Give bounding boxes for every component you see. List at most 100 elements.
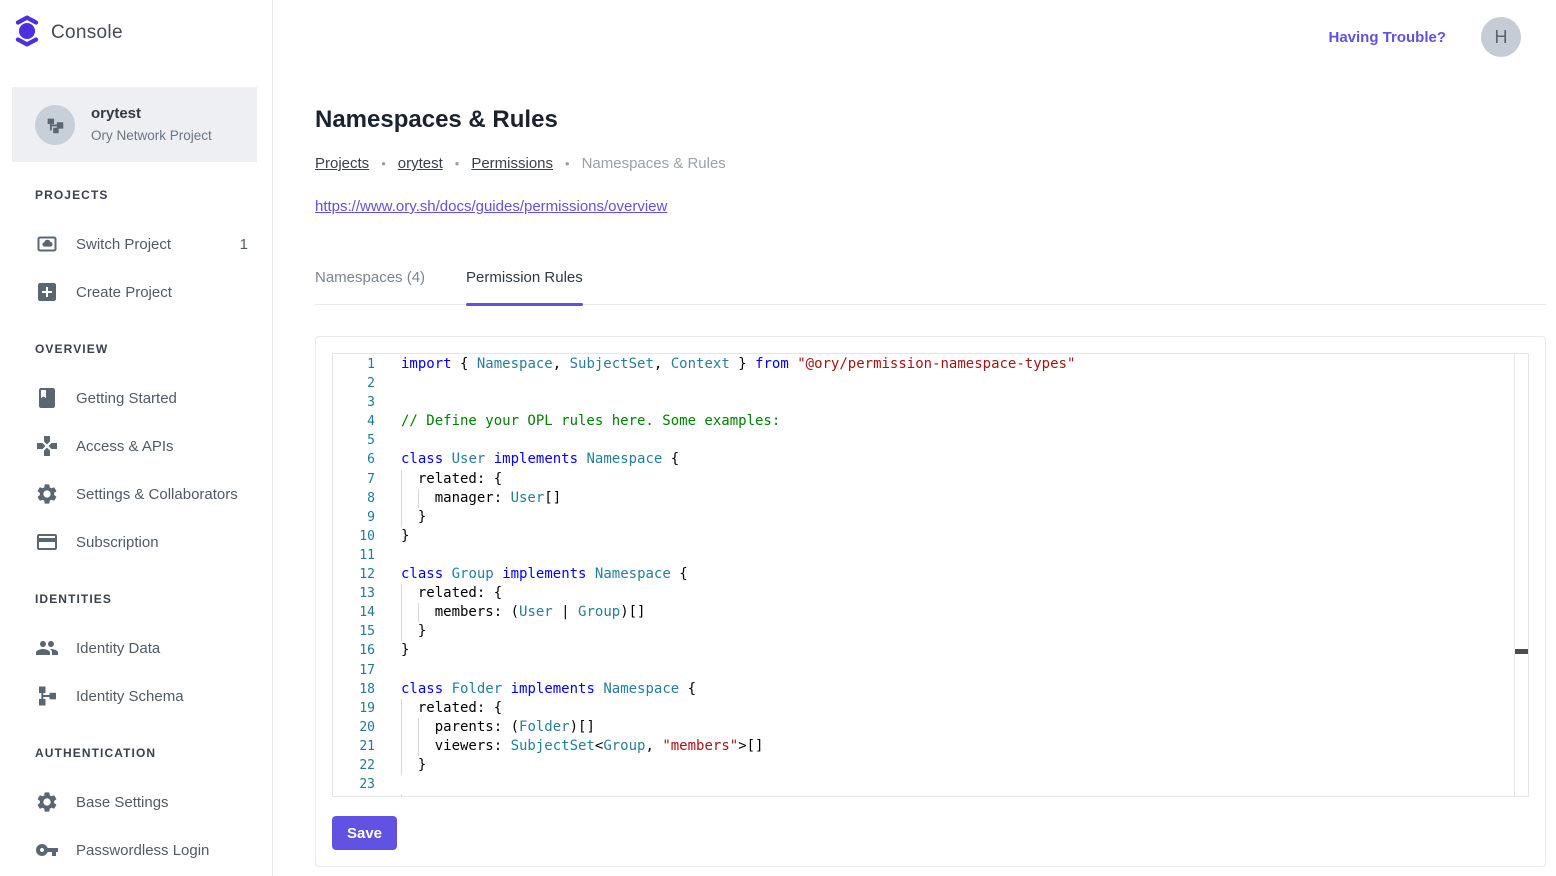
sidebar-item-create-project[interactable]: Create Project [0, 268, 272, 316]
sidebar-item-label: Base Settings [76, 794, 169, 811]
line-number: 3 [333, 393, 395, 412]
identity-data-icon [35, 636, 59, 660]
project-type: Ory Network Project [91, 126, 212, 145]
code-text: } [395, 622, 1513, 641]
indent-guide [401, 603, 402, 622]
sidebar-item-access-apis[interactable]: Access & APIs [0, 422, 272, 470]
tab-namespaces-4[interactable]: Namespaces (4) [315, 269, 425, 304]
line-number: 8 [333, 489, 395, 508]
line-number: 16 [333, 641, 395, 660]
key-icon [35, 838, 59, 862]
code-line: 24 permits = { [333, 794, 1513, 797]
tab-permission-rules[interactable]: Permission Rules [466, 269, 583, 304]
sidebar-item-identity-data[interactable]: Identity Data [0, 624, 272, 672]
code-line: 10} [333, 527, 1513, 546]
code-line: 4// Define your OPL rules here. Some exa… [333, 412, 1513, 431]
nav-section-title: AUTHENTICATION [0, 743, 272, 763]
code-line: 9 } [333, 508, 1513, 527]
code-text: } [395, 756, 1513, 775]
line-number: 21 [333, 737, 395, 756]
code-line: 2 [333, 374, 1513, 393]
code-text [395, 661, 1513, 680]
scrollbar-cursor-marker [1515, 649, 1528, 654]
settings-icon [35, 790, 59, 814]
code-line: 13 related: { [333, 584, 1513, 603]
sidebar-item-label: Getting Started [76, 390, 177, 407]
subscription-icon [35, 530, 59, 554]
line-number: 1 [333, 355, 395, 374]
indent-guide [418, 718, 419, 737]
nav-section-title: OVERVIEW [0, 339, 272, 359]
create-project-icon [35, 280, 59, 304]
sidebar-item-label: Access & APIs [76, 438, 174, 455]
indent-guide [401, 470, 402, 489]
getting-started-icon [35, 386, 59, 410]
nav-section-identities: IDENTITIES Identity Data Identity Schema [0, 589, 272, 720]
editor-scrollbar[interactable] [1514, 354, 1528, 796]
indent-guide [401, 622, 402, 641]
indent-guide [401, 718, 402, 737]
ory-logo-icon [14, 15, 40, 52]
sidebar-item-settings-collaborators[interactable]: Settings & Collaborators [0, 470, 272, 518]
page-title: Namespaces & Rules [315, 105, 1546, 135]
current-project-card[interactable]: orytest Ory Network Project [12, 87, 257, 162]
indent-guide [401, 699, 402, 718]
sidebar-item-switch-project[interactable]: Switch Project1 [0, 220, 272, 268]
access-apis-icon [35, 434, 59, 458]
sidebar-item-label: Switch Project [76, 236, 171, 253]
code-line: 7 related: { [333, 470, 1513, 489]
identity-schema-icon [35, 684, 59, 708]
nav-section-projects: PROJECTSSwitch Project1Create Project [0, 185, 272, 316]
breadcrumb-permissions[interactable]: Permissions [471, 155, 553, 172]
code-line: 15 } [333, 622, 1513, 641]
code-line: 20 parents: (Folder)[] [333, 718, 1513, 737]
nav-section-overview: OVERVIEW Getting Started Access & APIs Sett… [0, 339, 272, 566]
indent-guide [418, 737, 419, 756]
docs-link[interactable]: https://www.ory.sh/docs/guides/permissio… [315, 198, 667, 215]
sidebar-item-label: Identity Data [76, 640, 160, 657]
line-number: 23 [333, 775, 395, 794]
sidebar-item-getting-started[interactable]: Getting Started [0, 374, 272, 422]
code-line: 17 [333, 661, 1513, 680]
code-line: 5 [333, 431, 1513, 450]
code-line: 14 members: (User | Group)[] [333, 603, 1513, 622]
breadcrumb-projects[interactable]: Projects [315, 155, 369, 172]
save-button[interactable]: Save [332, 816, 397, 850]
code-line: 6class User implements Namespace { [333, 450, 1513, 469]
indent-guide [418, 603, 419, 622]
code-line: 18class Folder implements Namespace { [333, 680, 1513, 699]
indent-guide [401, 737, 402, 756]
indent-guide [401, 756, 402, 775]
indent-guide [401, 794, 402, 797]
breadcrumb-orytest[interactable]: orytest [398, 155, 443, 172]
breadcrumb-separator: • [455, 156, 460, 171]
sidebar-item-subscription[interactable]: Subscription [0, 518, 272, 566]
code-text: parents: (Folder)[] [395, 718, 1513, 737]
opl-code-editor[interactable]: 1import { Namespace, SubjectSet, Context… [332, 353, 1529, 797]
nav-section-title: IDENTITIES [0, 589, 272, 609]
breadcrumb-separator: • [381, 156, 386, 171]
code-text: class Folder implements Namespace { [395, 680, 1513, 699]
sidebar-item-label: Passwordless Login [76, 842, 209, 859]
sidebar-item-identity-schema[interactable]: Identity Schema [0, 672, 272, 720]
line-number: 18 [333, 680, 395, 699]
sidebar-item-passwordless-login[interactable]: Passwordless Login [0, 826, 272, 874]
user-avatar[interactable]: H [1481, 17, 1521, 57]
code-text: class User implements Namespace { [395, 450, 1513, 469]
code-text: import { Namespace, SubjectSet, Context … [395, 355, 1513, 374]
permission-rules-card: 1import { Namespace, SubjectSet, Context… [315, 336, 1546, 867]
line-number: 20 [333, 718, 395, 737]
code-line: 22 } [333, 756, 1513, 775]
line-number: 5 [333, 431, 395, 450]
code-text: related: { [395, 699, 1513, 718]
having-trouble-link[interactable]: Having Trouble? [1328, 29, 1446, 46]
line-number: 4 [333, 412, 395, 431]
code-text: } [395, 641, 1513, 660]
line-number: 24 [333, 794, 395, 797]
line-number: 12 [333, 565, 395, 584]
nav-section-authentication: AUTHENTICATION Base Settings Passwordless … [0, 743, 272, 874]
app-logo[interactable]: Console [0, 0, 272, 50]
sidebar-item-base-settings[interactable]: Base Settings [0, 778, 272, 826]
code-text: viewers: SubjectSet<Group, "members">[] [395, 737, 1513, 756]
sidebar-item-label: Create Project [76, 284, 172, 301]
